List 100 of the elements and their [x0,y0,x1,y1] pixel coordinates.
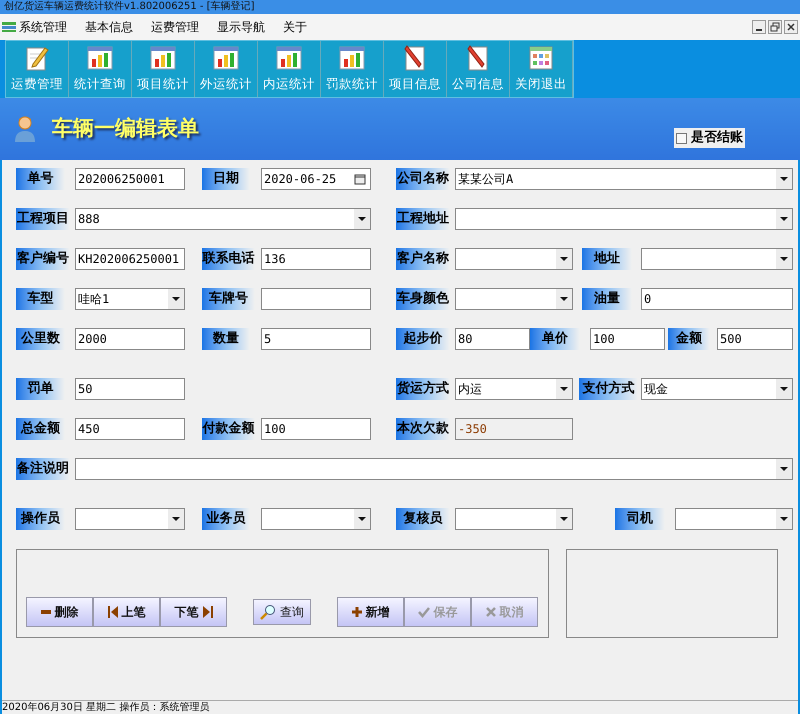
input-field[interactable]: 50 [75,378,185,400]
bar-chart-icon [275,44,303,72]
dropdown-field[interactable] [455,288,573,310]
input-field[interactable]: 450 [75,418,185,440]
action-button[interactable]: 查询 [253,599,311,625]
action-button[interactable]: 下笔 [160,597,227,627]
date-field[interactable]: 2020-06-25 [261,168,371,190]
menu-item[interactable]: 基本信息 [85,18,133,36]
field-value: 2020-06-25 [263,171,338,188]
field-label: 起步价 [396,328,450,350]
person-icon [14,115,36,143]
app-icon [2,21,16,33]
action-button[interactable]: 删除 [26,597,93,627]
field-label: 复核员 [396,508,450,530]
close-icon [486,607,496,617]
minimize-icon[interactable] [752,20,766,34]
field-label: 公里数 [16,328,65,350]
input-field[interactable]: 2000 [75,328,185,350]
input-field[interactable]: 80 [455,328,530,350]
field-label: 备注说明 [16,458,70,480]
field-value: -350 [457,421,488,438]
bar-chart-icon [338,44,366,72]
input-field[interactable]: 100 [590,328,665,350]
dropdown-field[interactable] [675,508,793,530]
bar-chart-icon [86,44,114,72]
field-label: 货运方式 [396,378,450,400]
dropdown-field[interactable]: 哇哈1 [75,288,185,310]
field-label: 车型 [16,288,65,310]
input-field[interactable] [261,288,371,310]
close-icon[interactable] [784,20,798,34]
field-value: 100 [592,331,616,348]
field-label: 支付方式 [579,378,638,400]
input-field[interactable]: 100 [261,418,371,440]
previous-icon [108,605,118,619]
field-label: 车牌号 [202,288,255,310]
field-label: 日期 [202,168,250,190]
field-value: 80 [457,331,474,348]
field-label: 金额 [668,328,710,350]
field-label: 业务员 [202,508,250,530]
menu-item[interactable]: 系统管理 [19,18,67,36]
minus-icon [40,607,50,617]
dropdown-field[interactable] [261,508,371,530]
action-button[interactable]: 上笔 [93,597,160,627]
bar-chart-icon [212,44,240,72]
field-label: 客户名称 [396,248,450,270]
field-value: 202006250001 [77,171,166,188]
dropdown-field[interactable] [455,208,793,230]
menu-item[interactable]: 运费管理 [151,18,199,36]
field-label: 联系电话 [202,248,255,270]
field-value: 2000 [77,331,108,348]
field-value: 0 [643,291,652,308]
dropdown-field[interactable]: 现金 [641,378,793,400]
settled-checkbox[interactable]: 是否结账 [674,128,745,148]
status-text: 2020年06月30日 星期二 操作员：系统管理员 [2,702,210,712]
input-field[interactable]: 5 [261,328,371,350]
field-value: 888 [77,211,101,228]
field-label: 数量 [202,328,250,350]
grid-window-icon [527,44,555,72]
check-icon [418,606,430,618]
menu-item[interactable]: 显示导航 [217,18,265,36]
field-label: 总金额 [16,418,65,440]
dropdown-field[interactable] [75,508,185,530]
dropdown-field[interactable] [455,248,573,270]
restore-icon[interactable] [768,20,782,34]
dropdown-field[interactable] [641,248,793,270]
field-value: 某某公司A [457,171,514,188]
field-label: 油量 [582,288,632,310]
calendar-icon[interactable] [354,173,366,185]
field-value: 哇哈1 [77,291,110,308]
field-value: KH202006250001 [77,251,180,268]
dropdown-field[interactable] [455,508,573,530]
form-title: 车辆一编辑表单 [52,115,199,142]
dropdown-field[interactable]: 888 [75,208,371,230]
field-label: 单价 [530,328,580,350]
input-field[interactable]: 136 [261,248,371,270]
input-field[interactable]: 0 [641,288,793,310]
field-label: 车身颜色 [396,288,450,310]
dropdown-field[interactable]: 某某公司A [455,168,793,190]
field-label: 罚单 [16,378,65,400]
menu-item[interactable]: 关于 [283,18,307,36]
next-icon [202,605,212,619]
field-value: 内运 [457,381,483,398]
field-label: 工程地址 [396,208,450,230]
window-title: 创亿货运车辆运费统计软件v1.802006251 - [车辆登记] [4,2,254,12]
field-label: 司机 [615,508,665,530]
field-label: 单号 [16,168,65,190]
field-label: 地址 [582,248,632,270]
field-value: 100 [263,421,287,438]
action-button[interactable]: 新增 [337,597,404,627]
input-field[interactable]: 202006250001 [75,168,185,190]
field-label: 操作员 [16,508,65,530]
field-value: 450 [77,421,101,438]
field-label: 本次欠款 [396,418,450,440]
input-field[interactable]: KH202006250001 [75,248,185,270]
dropdown-field[interactable] [75,458,793,480]
input-field[interactable]: 500 [717,328,793,350]
field-label: 付款金额 [202,418,255,440]
dropdown-field[interactable]: 内运 [455,378,573,400]
field-value: 50 [77,381,94,398]
checkbox[interactable] [676,132,687,144]
